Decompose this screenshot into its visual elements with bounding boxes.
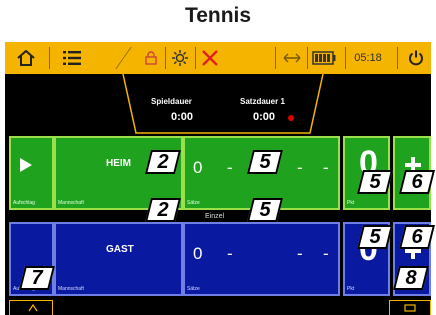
callout-guest-name: 2 [145,198,181,222]
guest-sets-trailing-dash: - [297,244,303,263]
home-team-name: HEIM [106,158,131,169]
home-sets-dash: - [227,158,233,177]
callout-guest-plus: 6 [399,225,435,249]
home-trailing-dash: - [323,158,329,177]
home-serve-caption: Aufschlag [13,200,35,206]
home-sets-trailing-dash: - [297,158,303,177]
callout-bottom-right: 8 [393,266,429,290]
home-sets-value: 0 [193,158,203,177]
tools-icon [404,304,416,312]
callout-home-sets: 5 [247,150,283,174]
page-title: Tennis [184,4,252,27]
set-duration-value: 0:00 [253,111,276,123]
guest-team-name: GAST [106,244,134,255]
guest-points-caption: Pkt [347,286,355,292]
guest-team-button[interactable]: GAST Mannschaft [54,222,183,296]
guest-sets-value: 0 [193,244,203,263]
home-sets-caption: Sätze [187,200,200,206]
settings-hand-icon [28,304,38,312]
guest-trailing-dash: - [323,244,329,263]
callout-guest-points: 5 [357,225,393,249]
game-duration-label: Spieldauer [151,97,192,106]
bottom-left-button[interactable] [9,300,53,315]
set-running-indicator [288,115,294,121]
guest-sets-caption: Sätze [187,286,200,292]
guest-sets-area[interactable]: 0 - - - Sätze [183,222,340,296]
callout-bottom-left: 7 [19,266,55,290]
callout-home-plus: 6 [399,170,435,194]
play-icon [20,158,32,172]
home-team-caption: Mannschaft [58,200,84,206]
set-duration-label: Satzdauer 1 [240,97,285,106]
callout-guest-sets: 5 [247,198,283,222]
callout-home-name: 2 [145,150,181,174]
game-duration-value: 0:00 [171,111,194,123]
callout-home-points: 5 [357,170,393,194]
guest-sets-dash: - [227,244,233,263]
match-mode-label: Einzel [205,213,225,220]
guest-team-caption: Mannschaft [58,286,84,292]
home-points-caption: Pkt [347,200,355,206]
bottom-right-button[interactable] [389,300,431,315]
home-serve-button[interactable]: Aufschlag [9,136,54,210]
